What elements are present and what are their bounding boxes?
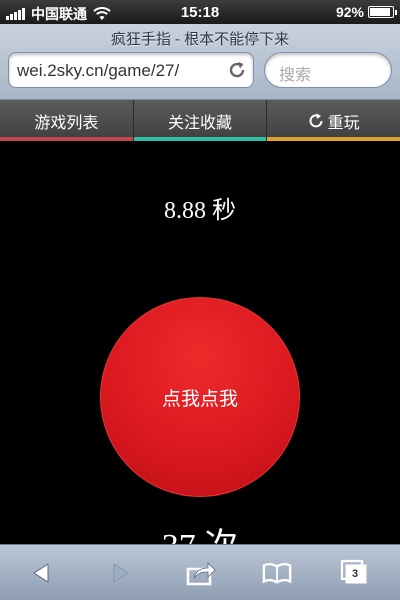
page-title: 疯狂手指 - 根本不能停下来 — [110, 31, 290, 48]
nav-replay[interactable]: 重玩 — [267, 100, 400, 141]
battery-percent: 92% — [335, 4, 364, 20]
browser-address-area: 疯狂手指 - 根本不能停下来 wei.2sky.cn/game/27/ 搜索 — [0, 24, 400, 100]
nav-replay-label: 重玩 — [327, 114, 360, 132]
tap-button[interactable]: 点我点我 — [100, 297, 300, 497]
battery-icon — [368, 6, 397, 18]
nav-game-list-accent — [0, 137, 133, 141]
nav-replay-accent — [267, 137, 400, 141]
back-arrow-icon — [33, 563, 49, 583]
timer-display: 8.88 秒 — [164, 198, 236, 224]
forward-button[interactable] — [106, 559, 136, 587]
back-button[interactable] — [26, 559, 56, 587]
reload-icon[interactable] — [227, 60, 247, 80]
nav-game-list[interactable]: 游戏列表 — [0, 100, 134, 141]
url-text: wei.2sky.cn/game/27/ — [17, 61, 180, 80]
tab-count-badge: 3 — [347, 566, 363, 582]
browser-toolbar: 3 — [0, 544, 400, 600]
status-bar: 中国联通 15:18 92% — [0, 0, 400, 24]
forward-arrow-icon — [113, 563, 129, 583]
nav-game-list-label: 游戏列表 — [34, 114, 99, 132]
tabs-button[interactable]: 3 — [340, 559, 370, 587]
share-icon — [186, 562, 216, 586]
nav-follow[interactable]: 关注收藏 — [133, 100, 268, 141]
replay-icon — [309, 113, 323, 127]
share-button[interactable] — [186, 559, 216, 587]
nav-follow-accent — [133, 137, 267, 141]
status-right: 92% — [335, 4, 397, 20]
search-input[interactable]: 搜索 — [264, 52, 392, 88]
bookmarks-button[interactable] — [262, 559, 292, 587]
nav-follow-label: 关注收藏 — [168, 114, 233, 132]
battery-fill — [370, 8, 391, 16]
bookmarks-book-icon — [262, 563, 292, 584]
site-nav: 游戏列表 关注收藏 重玩 — [0, 100, 400, 141]
url-field[interactable]: wei.2sky.cn/game/27/ — [8, 52, 254, 88]
